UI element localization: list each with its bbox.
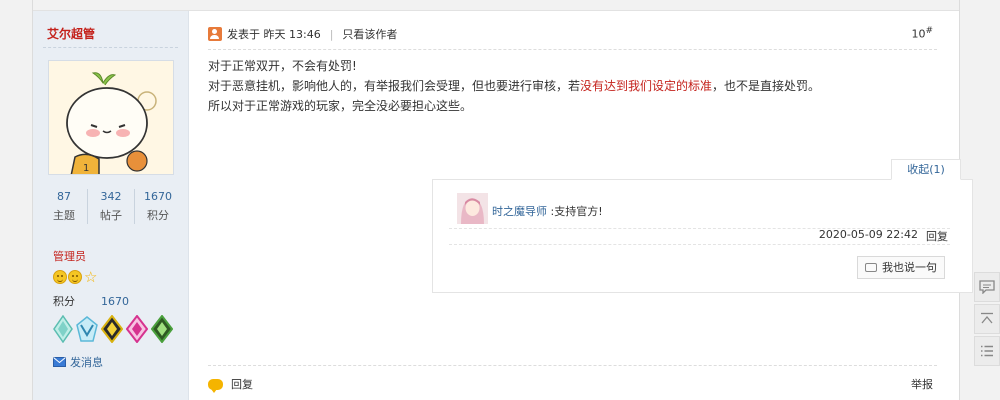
content-line: 对于恶意挂机，影响他人的，有举报我们会受理，但也要进行审核，若没有达到我们设定的… — [208, 76, 820, 96]
comment-divider — [449, 244, 950, 245]
list-icon — [981, 345, 993, 357]
content-text: 对于恶意挂机，影响他人的，有举报我们会受理，但也要进行审核，若 — [208, 79, 581, 93]
medal-icon[interactable] — [76, 315, 98, 343]
floating-toolbar — [974, 272, 1000, 368]
comment-icon — [979, 280, 995, 294]
add-comment-button[interactable]: 我也说一句 — [857, 256, 945, 279]
stat-topics[interactable]: 87 主题 — [41, 189, 88, 224]
stat-posts[interactable]: 342 帖子 — [88, 189, 135, 224]
comment-time: 2020-05-09 22:42 — [818, 228, 918, 241]
collapse-comments-button[interactable]: 收起(1) — [891, 159, 961, 180]
sidebar-divider — [43, 47, 178, 48]
reply-bubble-icon — [208, 378, 223, 393]
arrow-up-icon — [981, 312, 993, 324]
send-message-label: 发消息 — [70, 356, 103, 369]
medal-icon[interactable] — [53, 315, 73, 343]
credits-row: 积分 1670 — [53, 293, 129, 309]
author-avatar[interactable]: 1 — [48, 60, 174, 175]
stat-value: 342 — [100, 190, 122, 203]
stat-label: 主题 — [53, 209, 75, 222]
meta-divider: | — [329, 27, 334, 41]
float-comment-button[interactable] — [974, 272, 1000, 302]
float-list-button[interactable] — [974, 336, 1000, 366]
stat-label: 帖子 — [100, 209, 122, 222]
commenter-avatar[interactable] — [457, 193, 488, 224]
posted-time: 昨天 13:46 — [263, 28, 321, 41]
medal-icon[interactable] — [151, 315, 173, 343]
footer-divider — [208, 365, 937, 366]
floor-value: 10 — [911, 27, 926, 41]
envelope-icon — [53, 357, 66, 367]
credits-value: 1670 — [101, 295, 129, 308]
comments-box: 时之魔导师 :支持官方! 2020-05-09 22:42 回复 我也说一句 — [432, 179, 973, 293]
author-sidebar: 艾尔超管 1 87 主题 342 帖子 1670 积分 管理员 ☆ 积分 167… — [33, 11, 189, 400]
post-content: 对于正常双开，不会有处罚! 对于恶意挂机，影响他人的，有举报我们会受理，但也要进… — [208, 56, 820, 116]
smiley-icon — [53, 270, 67, 284]
content-line: 对于正常双开，不会有处罚! — [208, 59, 357, 73]
top-strip — [33, 0, 959, 11]
report-link[interactable]: 举报 — [911, 376, 933, 392]
credits-label: 积分 — [53, 295, 75, 308]
add-comment-label: 我也说一句 — [882, 261, 937, 274]
star-icon: ☆ — [84, 268, 98, 286]
comment-bubble-icon — [865, 263, 877, 272]
post-container: 艾尔超管 1 87 主题 342 帖子 1670 积分 管理员 ☆ 积分 167… — [32, 0, 973, 400]
content-text: ，也不是直接处罚。 — [712, 79, 821, 93]
comment-message: :支持官方! — [550, 205, 603, 218]
post-meta: 发表于 昨天 13:46 | 只看该作者 — [208, 26, 397, 42]
comment-text: 时之魔导师 :支持官方! — [492, 203, 603, 219]
medal-icon[interactable] — [126, 315, 148, 343]
medals — [53, 315, 173, 343]
user-group[interactable]: 管理员 — [53, 248, 86, 264]
content-highlight: 没有达到我们设定的标准 — [580, 79, 713, 93]
svg-text:1: 1 — [83, 163, 89, 174]
floor-mark: # — [925, 26, 933, 36]
medal-icon[interactable] — [101, 315, 123, 343]
commenter-avatar-image — [457, 193, 488, 224]
comment-reply-link[interactable]: 回复 — [926, 228, 948, 244]
stat-value: 1670 — [144, 190, 172, 203]
commenter-name[interactable]: 时之魔导师 — [492, 205, 547, 218]
float-back-to-top-button[interactable] — [974, 304, 1000, 334]
meta-divider-line — [208, 49, 937, 50]
reply-label: 回复 — [231, 378, 253, 391]
rank-stars: ☆ — [53, 268, 98, 286]
author-stats: 87 主题 342 帖子 1670 积分 — [41, 189, 181, 224]
floor-number[interactable]: 10# — [911, 26, 933, 41]
only-author-link[interactable]: 只看该作者 — [342, 26, 397, 42]
author-username[interactable]: 艾尔超管 — [47, 25, 95, 42]
author-icon — [208, 27, 222, 41]
send-message-link[interactable]: 发消息 — [53, 354, 103, 370]
stat-label: 积分 — [147, 209, 169, 222]
posted-label: 发表于 — [227, 28, 260, 41]
stat-value: 87 — [57, 190, 71, 203]
content-line: 所以对于正常游戏的玩家，完全没必要担心这些。 — [208, 99, 473, 113]
smiley-icon — [68, 270, 82, 284]
reply-button[interactable]: 回复 — [208, 376, 253, 393]
avatar-image: 1 — [49, 61, 173, 174]
post-main: 发表于 昨天 13:46 | 只看该作者 10# 对于正常双开，不会有处罚! 对… — [190, 11, 973, 400]
stat-credits[interactable]: 1670 积分 — [135, 189, 181, 224]
